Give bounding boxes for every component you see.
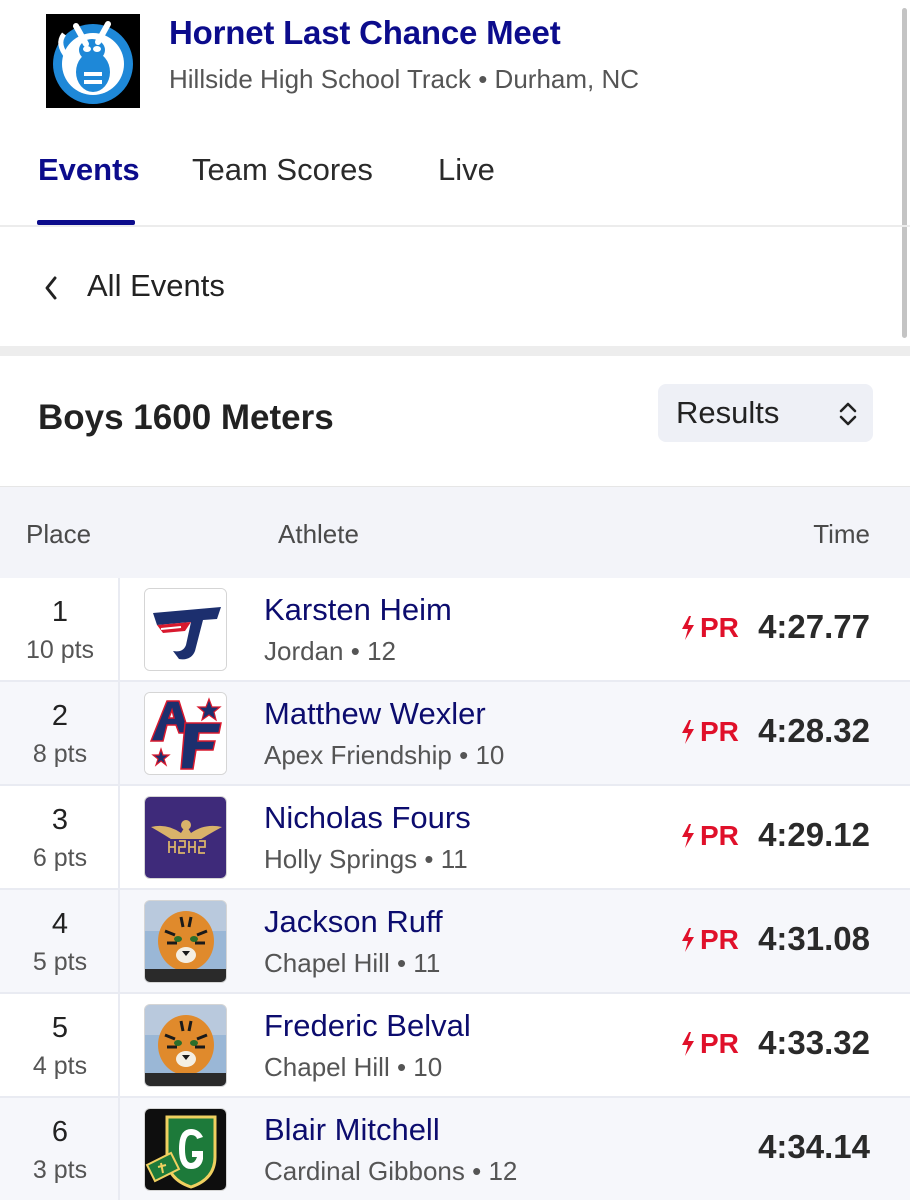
place-points: 8 pts	[32, 740, 88, 768]
athlete-name[interactable]: Jackson Ruff	[264, 904, 443, 940]
team-name: Chapel Hill	[264, 948, 390, 978]
place-cell: 6 3 pts	[0, 1098, 120, 1200]
meet-title: Hornet Last Chance Meet	[169, 14, 561, 51]
grade: 11	[440, 844, 468, 874]
grade: 10	[413, 1052, 443, 1082]
team-name: Holly Springs	[264, 844, 418, 874]
place-points: 4 pts	[32, 1052, 88, 1080]
athlete-name[interactable]: Blair Mitchell	[264, 1112, 440, 1148]
table-row[interactable]: 5 4 pts Frederic Belval Chapel Hill • 10…	[0, 994, 910, 1098]
sort-updown-icon	[837, 400, 859, 433]
results-table: Place Athlete Time 1 10 pts Karsten Heim…	[0, 486, 910, 1200]
pr-badge: PR	[680, 820, 739, 852]
tab-live[interactable]: Live	[438, 152, 495, 188]
lightning-bolt-icon	[682, 928, 694, 952]
table-row[interactable]: 2 8 pts Matthew Wexler Apex Friendship •…	[0, 682, 910, 786]
place-number: 2	[51, 700, 69, 732]
lightning-bolt-icon	[682, 616, 694, 640]
table-row[interactable]: 6 3 pts Blair Mitchell Cardinal Gibbons …	[0, 1098, 910, 1200]
chapel-hill-tiger-logo-icon	[144, 900, 227, 983]
af-logo-icon	[144, 692, 227, 775]
hornet-mascot-icon	[46, 14, 140, 108]
tab-bar: Events Team Scores Live	[0, 130, 910, 227]
grade: 10	[475, 740, 505, 770]
place-cell: 3 6 pts	[0, 786, 120, 888]
active-tab-indicator	[37, 220, 135, 225]
place-cell: 1 10 pts	[0, 578, 120, 680]
athlete-name[interactable]: Matthew Wexler	[264, 696, 486, 732]
pr-badge: PR	[680, 612, 739, 644]
place-points: 3 pts	[32, 1156, 88, 1184]
place-points: 10 pts	[25, 636, 95, 664]
team-name: Chapel Hill	[264, 1052, 390, 1082]
section-divider	[0, 346, 910, 356]
result-time: 4:31.08	[758, 920, 870, 957]
table-row[interactable]: 4 5 pts Jackson Ruff Chapel Hill • 11 PR…	[0, 890, 910, 994]
header-place: Place	[26, 519, 92, 549]
result-time: 4:34.14	[758, 1128, 870, 1165]
athlete-name[interactable]: Karsten Heim	[264, 592, 452, 628]
results-select-value: Results	[676, 395, 780, 430]
athlete-team-grade: Holly Springs • 11	[264, 844, 468, 874]
result-time: 4:28.32	[758, 712, 870, 749]
header-time: Time	[813, 519, 870, 549]
pr-label: PR	[700, 924, 739, 955]
table-row[interactable]: 3 6 pts Nicholas Fours Holly Springs • 1…	[0, 786, 910, 890]
all-events-link[interactable]: All Events	[0, 228, 910, 346]
table-header: Place Athlete Time	[0, 486, 910, 578]
pr-label: PR	[700, 820, 739, 851]
place-points: 6 pts	[32, 844, 88, 872]
athlete-team-grade: Chapel Hill • 10	[264, 1052, 443, 1082]
pr-label: PR	[700, 612, 739, 643]
pr-label: PR	[700, 716, 739, 747]
grade: 12	[367, 636, 396, 666]
grade: 11	[413, 948, 441, 978]
team-name: Apex Friendship	[264, 740, 452, 770]
grade: 12	[488, 1156, 518, 1186]
athlete-team-grade: Chapel Hill • 11	[264, 948, 441, 978]
hshs-logo-icon	[144, 796, 227, 879]
chevron-left-icon	[42, 274, 60, 307]
place-number: 5	[51, 1012, 69, 1044]
all-events-label: All Events	[87, 268, 225, 303]
place-number: 1	[51, 596, 69, 628]
result-time: 4:33.32	[758, 1024, 870, 1061]
place-number: 6	[51, 1116, 69, 1148]
result-time: 4:29.12	[758, 816, 870, 853]
lightning-bolt-icon	[682, 824, 694, 848]
athlete-team-grade: Jordan • 12	[264, 636, 396, 666]
tab-events[interactable]: Events	[38, 152, 140, 188]
event-title: Boys 1600 Meters	[38, 398, 334, 437]
pr-label: PR	[700, 1028, 739, 1059]
team-name: Jordan	[264, 636, 344, 666]
chapel-hill-tiger-logo-icon	[144, 1004, 227, 1087]
table-row[interactable]: 1 10 pts Karsten Heim Jordan • 12 PR 4:2…	[0, 578, 910, 682]
place-cell: 2 8 pts	[0, 682, 120, 784]
place-points: 5 pts	[32, 948, 88, 976]
jordan-j-logo-icon	[144, 588, 227, 671]
tab-team-scores[interactable]: Team Scores	[192, 152, 373, 188]
athlete-name[interactable]: Frederic Belval	[264, 1008, 471, 1044]
athlete-name[interactable]: Nicholas Fours	[264, 800, 471, 836]
results-view-select[interactable]: Results	[658, 384, 873, 442]
pr-badge: PR	[680, 1028, 739, 1060]
place-number: 3	[51, 804, 69, 836]
athlete-team-grade: Cardinal Gibbons • 12	[264, 1156, 518, 1186]
header-athlete: Athlete	[278, 519, 359, 549]
lightning-bolt-icon	[682, 1032, 694, 1056]
cardinal-gibbons-g-logo-icon	[144, 1108, 227, 1191]
place-cell: 4 5 pts	[0, 890, 120, 992]
pr-badge: PR	[680, 716, 739, 748]
place-number: 4	[51, 908, 69, 940]
athlete-team-grade: Apex Friendship • 10	[264, 740, 505, 770]
meet-header: Hornet Last Chance Meet Hillside High Sc…	[0, 0, 910, 130]
result-time: 4:27.77	[758, 608, 870, 645]
meet-location: Hillside High School Track • Durham, NC	[169, 64, 640, 94]
place-cell: 5 4 pts	[0, 994, 120, 1096]
lightning-bolt-icon	[682, 720, 694, 744]
team-name: Cardinal Gibbons	[264, 1156, 465, 1186]
pr-badge: PR	[680, 924, 739, 956]
